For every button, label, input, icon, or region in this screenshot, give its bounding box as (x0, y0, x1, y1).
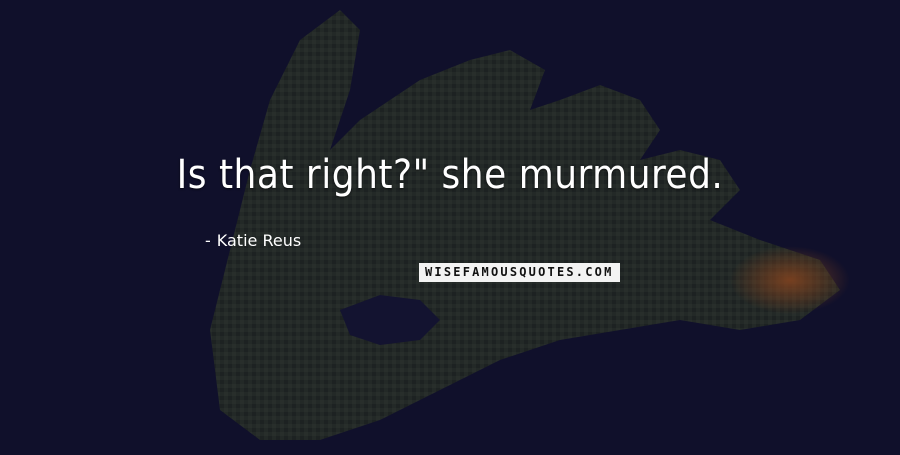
quote-author: - Katie Reus (205, 231, 301, 250)
author-name[interactable]: Katie Reus (217, 231, 301, 250)
brand-watermark: WISEFAMOUSQUOTES.COM (419, 263, 620, 282)
quote-card: Is that right?" she murmured. - Katie Reu… (0, 0, 900, 455)
quote-text: Is that right?" she murmured. (176, 152, 724, 198)
blocky-hand-island-icon (0, 0, 900, 455)
author-dash: - (205, 231, 211, 250)
